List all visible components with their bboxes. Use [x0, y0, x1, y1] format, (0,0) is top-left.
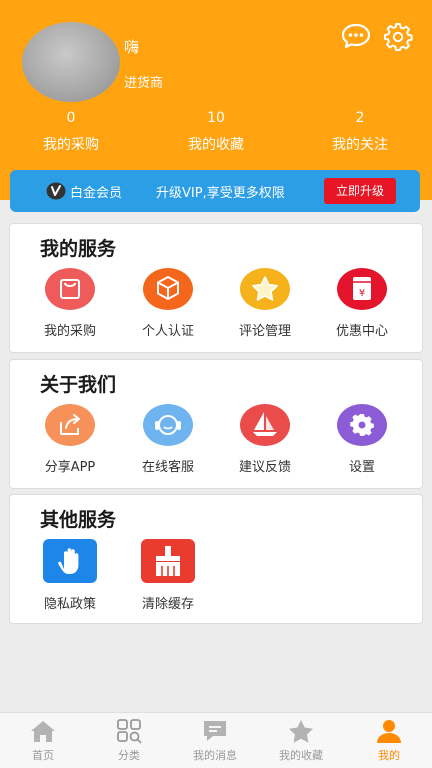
star-icon: [240, 268, 290, 310]
other-services-card: 其他服务 隐私政策 清除缓存: [9, 494, 423, 624]
section-title: 其他服务: [40, 509, 117, 531]
item-label: 我的采购: [43, 324, 96, 339]
upgrade-button[interactable]: 立即升级: [324, 178, 396, 204]
tab-label: 分类: [118, 749, 140, 762]
headset-icon: [143, 404, 193, 446]
stat-purchases[interactable]: 0 我的采购: [11, 110, 131, 154]
hand-icon: [43, 539, 97, 583]
item-label: 个人认证: [141, 324, 194, 339]
grid-search-icon: [114, 717, 144, 745]
other-clear-cache[interactable]: 清除缓存: [120, 539, 216, 612]
item-label: 建议反馈: [238, 460, 291, 475]
section-title: 关于我们: [40, 374, 117, 396]
item-label: 隐私政策: [43, 597, 96, 612]
share-icon: [45, 404, 95, 446]
sailboat-icon: [240, 404, 290, 446]
star-icon: [286, 717, 316, 745]
tab-category[interactable]: 分类: [86, 717, 172, 763]
shopping-bag-icon: [45, 268, 95, 310]
tab-favorites[interactable]: 我的收藏: [258, 717, 344, 763]
avatar[interactable]: [22, 22, 120, 102]
vip-badge-icon: [46, 182, 66, 200]
vip-level-label: 白金会员: [70, 186, 123, 201]
svg-text:¥: ¥: [359, 288, 365, 299]
tab-label: 我的收藏: [279, 749, 323, 762]
about-feedback[interactable]: 建议反馈: [217, 404, 313, 475]
about-settings[interactable]: 设置: [314, 404, 410, 475]
broom-icon: [141, 539, 195, 583]
stat-number: 0: [66, 110, 76, 126]
item-label: 清除缓存: [141, 597, 194, 612]
tab-label: 首页: [32, 749, 54, 762]
user-role: 进货商: [124, 76, 164, 91]
service-coupon-center[interactable]: ¥ 优惠中心: [314, 268, 410, 339]
message-icon[interactable]: [340, 22, 372, 50]
gear-icon: [337, 404, 387, 446]
user-icon: [374, 717, 404, 745]
my-services-card: 我的服务 我的采购 个人认证 评论管理 ¥ 优惠中心: [9, 223, 423, 353]
coupon-icon: ¥: [337, 268, 387, 310]
about-online-support[interactable]: 在线客服: [120, 404, 216, 475]
item-label: 优惠中心: [335, 324, 388, 339]
vip-description: 升级VIP,享受更多权限: [156, 186, 285, 201]
item-label: 设置: [348, 460, 375, 475]
service-identity-verification[interactable]: 个人认证: [120, 268, 216, 339]
home-icon: [28, 717, 58, 745]
stat-favorites[interactable]: 10 我的收藏: [156, 110, 276, 154]
section-title: 我的服务: [40, 238, 117, 260]
tab-home[interactable]: 首页: [0, 717, 86, 763]
stat-label: 我的采购: [43, 137, 99, 153]
item-label: 评论管理: [238, 324, 291, 339]
tab-mine[interactable]: 我的: [346, 717, 432, 763]
username: 嗨: [124, 38, 140, 56]
stat-number: 10: [207, 110, 225, 126]
stat-number: 2: [355, 110, 365, 126]
other-privacy-policy[interactable]: 隐私政策: [22, 539, 118, 612]
tab-label: 我的消息: [193, 749, 237, 762]
bottom-tab-bar: 首页 分类 我的消息 我的收藏 我的: [0, 712, 432, 768]
tab-messages[interactable]: 我的消息: [172, 717, 258, 763]
about-share-app[interactable]: 分享APP: [22, 404, 118, 475]
about-us-card: 关于我们 分享APP 在线客服 建议反馈 设置: [9, 359, 423, 489]
item-label: 在线客服: [141, 460, 194, 475]
item-label: 分享APP: [44, 460, 96, 475]
service-my-purchases[interactable]: 我的采购: [22, 268, 118, 339]
vip-banner: 白金会员 升级VIP,享受更多权限 立即升级: [10, 170, 420, 212]
stat-following[interactable]: 2 我的关注: [300, 110, 420, 154]
settings-gear-icon[interactable]: [383, 22, 413, 52]
cube-icon: [143, 268, 193, 310]
tab-label: 我的: [378, 749, 400, 762]
stat-label: 我的关注: [332, 137, 388, 153]
service-review-management[interactable]: 评论管理: [217, 268, 313, 339]
chat-icon: [200, 717, 230, 745]
stat-label: 我的收藏: [188, 137, 244, 153]
